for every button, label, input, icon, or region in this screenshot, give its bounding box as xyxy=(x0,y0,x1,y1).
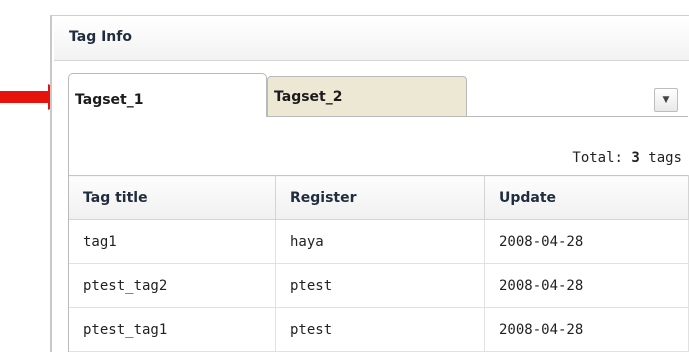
total-count: 3 xyxy=(631,150,640,166)
table-row[interactable]: ptest_tag2 ptest 2008-04-28 xyxy=(69,263,689,308)
tag-title-cell: ptest_tag1 xyxy=(69,307,276,352)
caret-down-icon: ▼ xyxy=(662,95,670,105)
tab-content: Total: 3 tags Tag title Register Update … xyxy=(68,116,689,352)
column-header-register[interactable]: Register xyxy=(275,175,485,220)
tab-tagset-1[interactable]: Tagset_1 xyxy=(68,73,267,117)
table-row[interactable]: ptest_tag1 ptest 2008-04-28 xyxy=(69,307,689,352)
table-header-row: Tag title Register Update xyxy=(69,175,689,220)
total-suffix: tags xyxy=(639,150,682,166)
tab-dropdown-button[interactable]: ▼ xyxy=(654,88,678,112)
column-header-tag-title[interactable]: Tag title xyxy=(69,175,276,220)
register-cell: ptest xyxy=(275,307,485,352)
table-row[interactable]: tag1 haya 2008-04-28 xyxy=(69,219,689,264)
panel-header: Tag Info xyxy=(54,18,689,61)
register-cell: haya xyxy=(275,219,485,264)
tags-table: Tag title Register Update tag1 haya 2008… xyxy=(69,175,689,352)
update-cell: 2008-04-28 xyxy=(484,263,689,308)
tag-info-panel: Tag Info Tagset_1 Tagset_2 ▼ Total: 3 ta… xyxy=(50,15,689,352)
total-prefix: Total: xyxy=(572,150,632,166)
update-cell: 2008-04-28 xyxy=(484,219,689,264)
update-cell: 2008-04-28 xyxy=(484,307,689,352)
panel-title: Tag Info xyxy=(69,29,132,45)
column-header-update[interactable]: Update xyxy=(484,175,689,220)
tag-title-cell: ptest_tag2 xyxy=(69,263,276,308)
register-cell: ptest xyxy=(275,263,485,308)
tab-tagset-2[interactable]: Tagset_2 xyxy=(267,76,467,117)
tagset-tabs: Tagset_1 Tagset_2 ▼ Total: 3 tags Tag ti… xyxy=(68,73,689,352)
tag-title-cell: tag1 xyxy=(69,219,276,264)
total-tags-summary: Total: 3 tags xyxy=(572,150,682,166)
